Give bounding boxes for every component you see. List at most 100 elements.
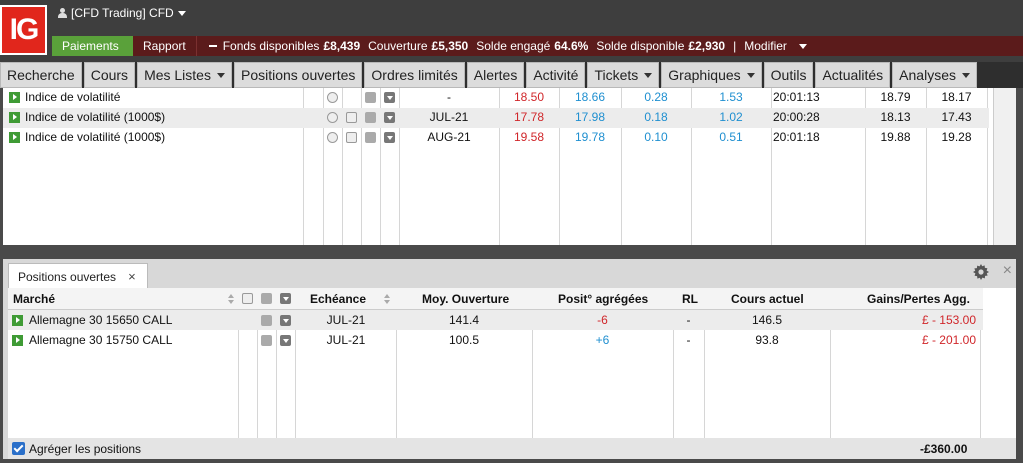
committed-value: 64.6%	[554, 39, 589, 53]
market-name[interactable]: Indice de volatilité (1000$)	[25, 130, 165, 144]
nav-analyses[interactable]: Analyses	[892, 62, 977, 88]
nav-actualit-s[interactable]: Actualités	[815, 62, 891, 88]
col-avg-open[interactable]: Moy. Ouverture	[422, 292, 509, 306]
available-balance-label: Solde disponible	[596, 39, 685, 53]
market-name[interactable]: Allemagne 30 15650 CALL	[29, 313, 172, 327]
nav-label: Positions ouvertes	[240, 67, 356, 83]
refresh-icon[interactable]	[327, 132, 338, 143]
report-button[interactable]: Rapport	[133, 36, 197, 56]
nav-label: Tickets	[594, 67, 639, 83]
account-label: [CFD Trading] CFD	[71, 6, 174, 20]
col-rl[interactable]: RL	[682, 292, 698, 306]
dropdown-icon[interactable]	[384, 92, 395, 103]
dropdown-icon[interactable]	[384, 112, 395, 123]
low: 17.43	[941, 110, 972, 124]
refresh-icon[interactable]	[327, 112, 338, 123]
play-icon[interactable]	[12, 315, 23, 326]
buy-price[interactable]: 18.66	[559, 90, 621, 104]
funds-bar: Paiements Rapport Fonds disponibles £8,4…	[52, 36, 1023, 56]
top-header: IG [CFD Trading] CFD Paiements Rapport F…	[0, 0, 1023, 62]
nav-outils[interactable]: Outils	[763, 62, 814, 88]
refresh-icon[interactable]	[327, 92, 338, 103]
col-aggregated[interactable]: Posit° agrégées	[558, 292, 648, 306]
table-header: Marché Echéance Moy. Ouverture Posit° ag…	[8, 288, 983, 310]
update-time: 20:01:18	[773, 130, 820, 144]
update-time: 20:01:13	[773, 90, 820, 104]
ig-logo: IG	[0, 5, 47, 55]
nav-positions-ouvertes[interactable]: Positions ouvertes	[233, 62, 363, 88]
panel-close-icon[interactable]: ×	[1003, 262, 1012, 280]
nav-recherche[interactable]: Recherche	[0, 62, 82, 88]
dropdown-icon[interactable]	[280, 315, 291, 326]
col-pnl[interactable]: Gains/Pertes Agg.	[867, 292, 970, 306]
high: 19.88	[880, 130, 911, 144]
nav-cours[interactable]: Cours	[83, 62, 136, 88]
tab-close-icon[interactable]: ×	[128, 269, 136, 284]
buy-price[interactable]: 17.98	[559, 110, 621, 124]
buy-price[interactable]: 19.78	[559, 130, 621, 144]
tab-open-positions[interactable]: Positions ouvertes ×	[8, 263, 148, 289]
coverage-value: £5,350	[431, 39, 469, 53]
nav-tickets[interactable]: Tickets	[587, 62, 660, 88]
available-funds-value: £8,439	[323, 39, 361, 53]
col-current[interactable]: Cours actuel	[731, 292, 804, 306]
sell-price[interactable]: 19.58	[499, 130, 559, 144]
nav-label: Actualités	[822, 67, 884, 83]
chart-icon[interactable]	[365, 92, 376, 103]
market-name[interactable]: Allemagne 30 15750 CALL	[29, 333, 172, 347]
play-icon[interactable]	[9, 132, 20, 143]
document-icon	[242, 293, 253, 304]
payments-button[interactable]: Paiements	[52, 36, 133, 56]
table-row[interactable]: Indice de volatilité - 18.50 18.66 0.28 1.53 2…	[3, 88, 989, 108]
coverage-label: Couverture	[368, 39, 428, 53]
expiry: JUL-21	[326, 313, 366, 327]
sort-icon[interactable]	[228, 294, 234, 304]
sort-icon[interactable]	[384, 294, 390, 304]
table-row[interactable]: Allemagne 30 15650 CALL JUL-21 141.4 -6 - 146…	[8, 310, 983, 330]
play-icon[interactable]	[9, 112, 20, 123]
account-selector[interactable]: [CFD Trading] CFD	[58, 6, 186, 20]
aggregate-checkbox[interactable]	[12, 442, 25, 455]
available-balance-value: £2,930	[688, 39, 726, 53]
low: 18.17	[941, 90, 972, 104]
nav-graphiques[interactable]: Graphiques	[661, 62, 762, 88]
market-name[interactable]: Indice de volatilité (1000$)	[25, 110, 165, 124]
market-name[interactable]: Indice de volatilité	[25, 90, 120, 104]
document-icon[interactable]	[346, 112, 357, 123]
change: 0.10	[644, 130, 668, 144]
play-icon[interactable]	[9, 92, 20, 103]
nav-label: Ordres limités	[371, 67, 458, 83]
table-row[interactable]: Allemagne 30 15750 CALL JUL-21 100.5 +6 - 93.…	[8, 330, 983, 350]
watchlist-scrollbar[interactable]	[993, 88, 1016, 245]
table-row[interactable]: Indice de volatilité (1000$) JUL-21 17.78 1…	[3, 108, 989, 128]
low: 19.28	[941, 130, 972, 144]
expiry: JUL-21	[429, 110, 469, 124]
sell-price[interactable]: 18.50	[499, 90, 559, 104]
avg-open: 100.5	[448, 333, 480, 347]
nav-activit-[interactable]: Activité	[526, 62, 586, 88]
aggregated-size: +6	[595, 333, 610, 347]
gear-icon[interactable]	[973, 264, 989, 280]
col-expiry[interactable]: Echéance	[310, 292, 366, 306]
nav-ordres-limit-s[interactable]: Ordres limités	[364, 62, 465, 88]
sell-price[interactable]: 17.78	[499, 110, 559, 124]
modify-dropdown-icon[interactable]	[798, 43, 807, 49]
change-pct: 0.51	[719, 130, 743, 144]
collapse-icon[interactable]	[208, 45, 217, 47]
table-row[interactable]: Indice de volatilité (1000$) AUG-21 19.58 1…	[3, 128, 989, 148]
col-market[interactable]: Marché	[13, 292, 55, 306]
high: 18.13	[880, 110, 911, 124]
update-time: 20:00:28	[773, 110, 820, 124]
chart-icon[interactable]	[365, 132, 376, 143]
nav-alertes[interactable]: Alertes	[466, 62, 525, 88]
chart-icon[interactable]	[365, 112, 376, 123]
play-icon[interactable]	[12, 335, 23, 346]
modify-button[interactable]: Modifier	[744, 39, 787, 53]
dropdown-icon[interactable]	[280, 335, 291, 346]
dropdown-icon[interactable]	[384, 132, 395, 143]
chart-icon[interactable]	[261, 315, 272, 326]
nav-mes-listes[interactable]: Mes Listes	[137, 62, 232, 88]
document-icon[interactable]	[346, 132, 357, 143]
chart-icon[interactable]	[261, 335, 272, 346]
nav-label: Graphiques	[668, 67, 741, 83]
